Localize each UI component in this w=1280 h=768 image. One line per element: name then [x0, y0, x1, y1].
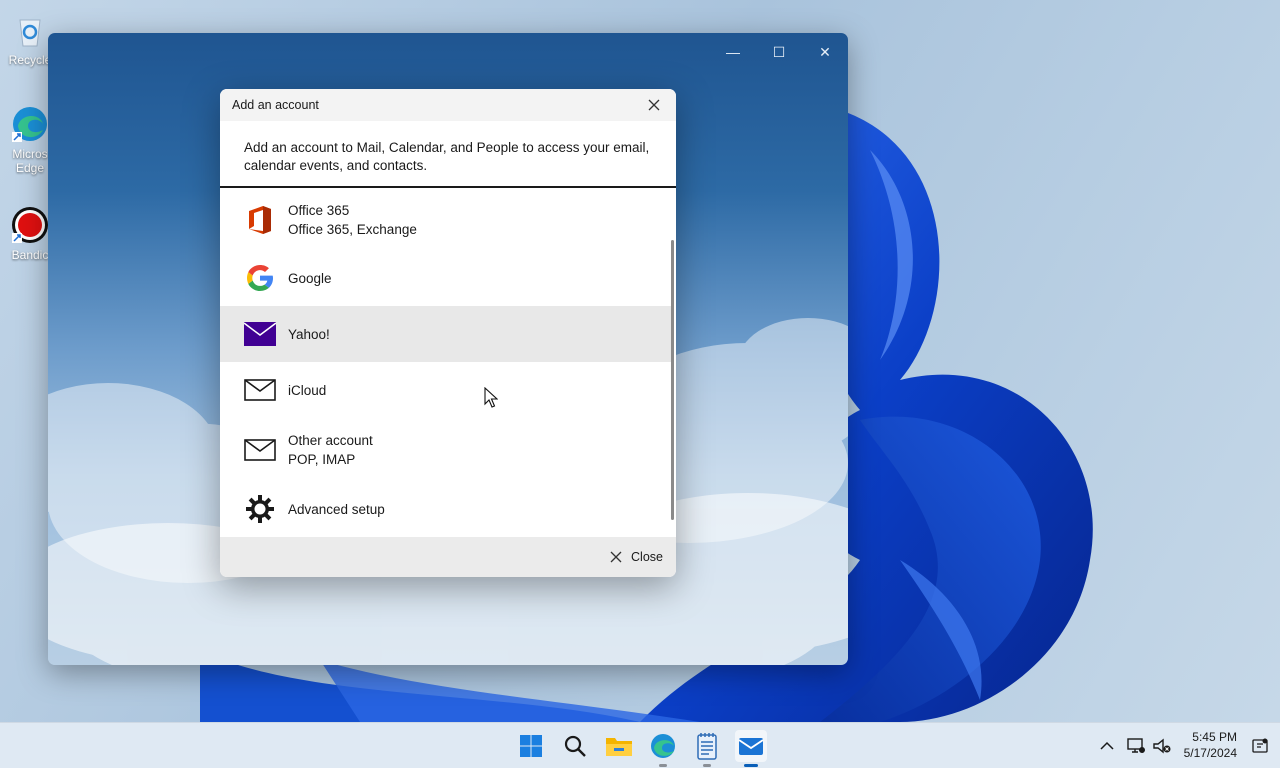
show-hidden-icons-chevron-icon[interactable]: [1098, 737, 1116, 755]
provider-name: Advanced setup: [288, 501, 385, 517]
dialog-title: Add an account: [232, 98, 319, 112]
start-icon: [520, 735, 542, 757]
provider-list: Office 365 Office 365, Exchange Google Y…: [220, 188, 676, 536]
mail-envelope-icon: [244, 434, 276, 466]
provider-icloud[interactable]: iCloud: [220, 362, 672, 418]
provider-name: Office 365: [288, 203, 350, 218]
taskbar-notepad[interactable]: [691, 730, 723, 767]
provider-name: Other account: [288, 433, 373, 448]
file-explorer-icon: [606, 738, 632, 756]
taskbar-mail[interactable]: [735, 730, 767, 767]
provider-subtitle: Office 365, Exchange: [288, 222, 417, 237]
dialog-close-icon[interactable]: [646, 97, 662, 113]
provider-name: iCloud: [288, 382, 327, 398]
provider-list-scrollbar[interactable]: [671, 240, 674, 520]
minimize-button[interactable]: —: [710, 37, 756, 67]
network-icon[interactable]: [1126, 737, 1146, 755]
yahoo-mail-icon: [244, 318, 276, 350]
edge-icon: [651, 734, 675, 758]
google-icon: [244, 262, 276, 294]
dialog-footer: Close: [220, 537, 676, 577]
start-button[interactable]: [515, 730, 547, 762]
active-indicator: [744, 764, 758, 767]
close-icon: [609, 550, 623, 564]
provider-advanced-setup[interactable]: Advanced setup: [220, 482, 672, 536]
notepad-icon: [697, 733, 717, 760]
volume-muted-icon[interactable]: [1152, 737, 1172, 755]
search-icon: [564, 735, 586, 757]
provider-google[interactable]: Google: [220, 250, 672, 306]
running-indicator: [659, 764, 667, 767]
recycle-bin-icon: [10, 10, 50, 50]
taskbar-edge[interactable]: [647, 730, 679, 767]
taskbar: 5:45 PM 5/17/2024: [0, 722, 1280, 768]
footer-close-button[interactable]: Close: [631, 550, 663, 564]
taskbar-search-button[interactable]: [559, 730, 591, 762]
window-close-button[interactable]: ✕: [802, 37, 848, 67]
maximize-button[interactable]: ☐: [756, 37, 802, 67]
taskbar-file-explorer[interactable]: [603, 730, 635, 762]
provider-office365[interactable]: Office 365 Office 365, Exchange: [220, 190, 672, 250]
provider-yahoo[interactable]: Yahoo!: [220, 306, 672, 362]
notifications-button[interactable]: [1244, 730, 1276, 762]
dialog-intro-text: Add an account to Mail, Calendar, and Pe…: [220, 121, 676, 188]
edge-icon: [10, 104, 50, 144]
dialog-titlebar: Add an account: [220, 89, 676, 121]
office365-icon: [244, 204, 276, 236]
clock-date: 5/17/2024: [1183, 746, 1237, 760]
provider-other-account[interactable]: Other account POP, IMAP: [220, 418, 672, 482]
running-indicator: [703, 764, 711, 767]
provider-name: Google: [288, 270, 332, 286]
taskbar-clock[interactable]: 5:45 PM 5/17/2024: [1184, 729, 1237, 761]
notification-bell-icon: [1252, 738, 1268, 753]
gear-icon: [244, 493, 276, 525]
clock-time: 5:45 PM: [1192, 730, 1237, 744]
add-account-dialog: Add an account Add an account to Mail, C…: [220, 89, 676, 577]
provider-name: Yahoo!: [288, 326, 330, 342]
mail-icon: [738, 738, 764, 755]
mouse-cursor-icon: [484, 386, 499, 409]
bandicam-icon: [10, 205, 50, 245]
system-tray: [1098, 723, 1172, 768]
mail-envelope-icon: [244, 374, 276, 406]
provider-subtitle: POP, IMAP: [288, 452, 356, 467]
